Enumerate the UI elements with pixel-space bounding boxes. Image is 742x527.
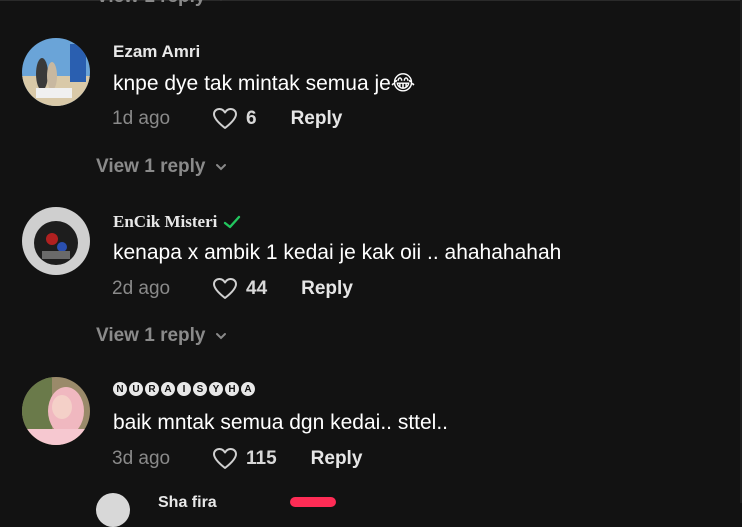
author-name[interactable]: NURAISYHA bbox=[113, 382, 255, 396]
comment-time: 1d ago bbox=[112, 108, 171, 129]
chevron-down-icon bbox=[215, 164, 226, 171]
comment-time: 3d ago bbox=[112, 448, 171, 469]
author-name-letter: I bbox=[177, 382, 191, 396]
like-button[interactable]: 6 bbox=[212, 107, 257, 131]
reply-button[interactable]: Reply bbox=[311, 448, 363, 470]
verified-check-icon bbox=[224, 215, 241, 229]
heart-icon bbox=[213, 108, 237, 129]
author-name-letter: S bbox=[193, 382, 207, 396]
like-count: 6 bbox=[246, 108, 257, 129]
view-replies-button[interactable]: View 1 reply bbox=[96, 325, 228, 347]
like-count: 115 bbox=[246, 448, 277, 469]
comment-author[interactable]: Sha fira bbox=[158, 494, 217, 512]
heart-icon bbox=[213, 278, 237, 299]
comment-text: kenapa x ambik 1 kedai je kak oii .. aha… bbox=[113, 241, 562, 264]
like-count: 44 bbox=[246, 278, 268, 299]
author-name-letter: N bbox=[113, 382, 127, 396]
comment-meta: 1d ago 6 Reply bbox=[112, 107, 342, 131]
comment-meta: 3d ago 115 Reply bbox=[112, 447, 362, 471]
comment-text: baik mntak semua dgn kedai.. sttel.. bbox=[113, 411, 449, 434]
chevron-down-icon bbox=[215, 333, 226, 340]
reply-button[interactable]: Reply bbox=[301, 278, 353, 300]
comment-author[interactable]: Ezam Amri bbox=[113, 42, 200, 62]
author-name-letter: U bbox=[129, 382, 143, 396]
reply-button[interactable]: Reply bbox=[291, 108, 343, 130]
author-name[interactable]: EnCik Misteri bbox=[113, 212, 217, 232]
avatar[interactable] bbox=[22, 377, 90, 445]
avatar[interactable] bbox=[22, 207, 90, 275]
comment-author[interactable]: EnCik Misteri bbox=[113, 212, 241, 232]
author-name-letter: A bbox=[161, 382, 175, 396]
author-name-letter: A bbox=[241, 382, 255, 396]
chevron-down-icon bbox=[220, 0, 221, 1]
comment-time: 2d ago bbox=[112, 278, 171, 299]
comment-meta: 2d ago 44 Reply bbox=[112, 277, 353, 301]
author-name-letter: Y bbox=[209, 382, 223, 396]
view-replies-label: View 1 reply bbox=[96, 0, 206, 8]
avatar[interactable] bbox=[22, 38, 90, 106]
avatar[interactable] bbox=[96, 493, 130, 527]
author-name-letter: H bbox=[225, 382, 239, 396]
author-name-letter: R bbox=[145, 382, 159, 396]
like-button[interactable]: 115 bbox=[212, 447, 277, 471]
comment-text: knpe dye tak mintak semua je😂 bbox=[113, 72, 416, 95]
heart-icon bbox=[213, 448, 237, 469]
like-button[interactable]: 44 bbox=[212, 277, 267, 301]
comment-author[interactable]: NURAISYHA bbox=[113, 382, 255, 396]
view-replies-button[interactable]: View 1 reply bbox=[96, 0, 228, 8]
view-replies-button[interactable]: View 1 reply bbox=[96, 156, 228, 178]
author-name[interactable]: Ezam Amri bbox=[113, 42, 200, 62]
view-replies-label: View 1 reply bbox=[96, 325, 206, 346]
creator-badge bbox=[290, 497, 336, 507]
view-replies-label: View 1 reply bbox=[96, 156, 206, 177]
